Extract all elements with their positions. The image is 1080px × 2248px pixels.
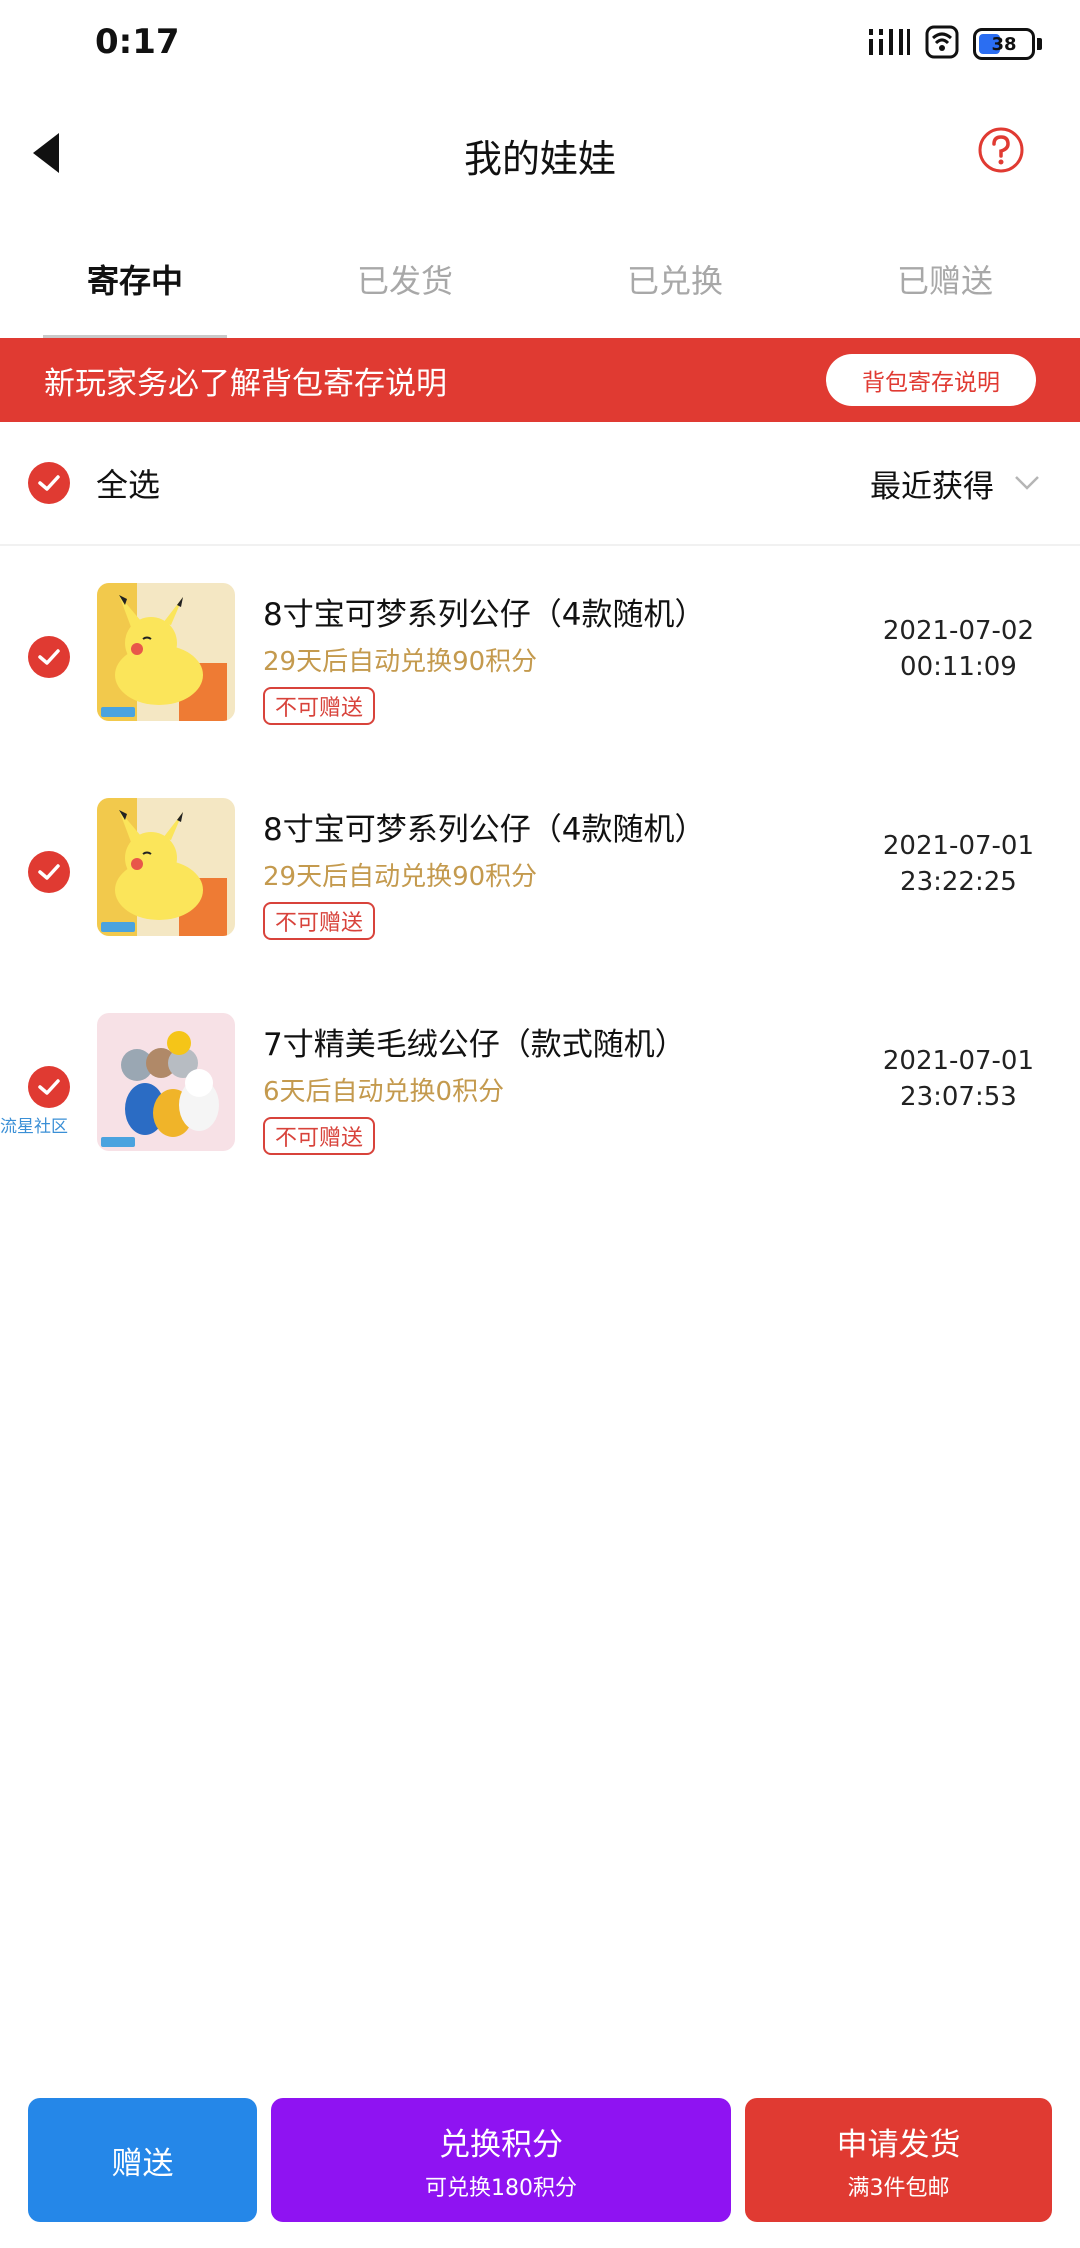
list-item[interactable]: 8寸宝可梦系列公仔（4款随机） 29天后自动兑换90积分 不可赠送 2021-0… xyxy=(0,547,1080,762)
pikachu-plush-thumbnail xyxy=(97,798,235,936)
item-auto-exchange: 29天后自动兑换90积分 xyxy=(263,647,538,677)
list-item[interactable]: 7寸精美毛绒公仔（款式随机） 6天后自动兑换0积分 不可赠送 2021-07-0… xyxy=(0,977,1080,1192)
item-name: 8寸宝可梦系列公仔（4款随机） xyxy=(263,597,706,633)
check-icon xyxy=(38,1079,60,1095)
select-all-label: 全选 xyxy=(96,466,161,504)
battery-level: 38 xyxy=(991,33,1017,55)
bottom-action-bar: 赠送 兑换积分 可兑换180积分 申请发货 满3件包邮 xyxy=(0,2098,1080,2222)
select-all-checkbox[interactable] xyxy=(28,462,70,504)
tab-shipped[interactable]: 已发货 xyxy=(270,220,540,338)
tab-gifted[interactable]: 已赠送 xyxy=(810,220,1080,338)
notice-banner: 新玩家务必了解背包寄存说明 背包寄存说明 xyxy=(0,338,1080,422)
storage-info-button[interactable]: 背包寄存说明 xyxy=(826,354,1036,406)
check-icon xyxy=(38,864,60,880)
not-giftable-tag: 不可赠送 xyxy=(263,902,376,940)
tab-bar: 寄存中 已发货 已兑换 已赠送 xyxy=(0,220,1080,338)
pikachu-plush-thumbnail xyxy=(97,583,235,721)
wifi-icon xyxy=(925,25,959,63)
request-shipping-button[interactable]: 申请发货 满3件包邮 xyxy=(745,2098,1052,2222)
status-time: 0:17 xyxy=(95,22,180,62)
item-timestamp: 2021-07-01 23:07:53 xyxy=(883,1043,1034,1115)
tab-stored[interactable]: 寄存中 xyxy=(0,220,270,338)
item-checkbox[interactable] xyxy=(28,851,70,893)
battery-icon: 38 xyxy=(973,28,1035,60)
item-timestamp: 2021-07-02 00:11:09 xyxy=(883,613,1034,685)
item-name: 8寸宝可梦系列公仔（4款随机） xyxy=(263,812,706,848)
plush-toys-thumbnail xyxy=(97,1013,235,1151)
item-auto-exchange: 6天后自动兑换0积分 xyxy=(263,1077,505,1107)
item-date: 2021-07-02 xyxy=(882,616,1034,646)
battery-nub xyxy=(1037,38,1042,50)
item-time: 23:07:53 xyxy=(900,1082,1017,1112)
page-title: 我的娃娃 xyxy=(463,137,616,181)
ship-button-sublabel: 满3件包邮 xyxy=(847,2175,950,2201)
item-name: 7寸精美毛绒公仔（款式随机） xyxy=(263,1027,686,1063)
header: 我的娃娃 xyxy=(0,90,1080,220)
item-auto-exchange: 29天后自动兑换90积分 xyxy=(263,862,538,892)
tab-exchanged[interactable]: 已兑换 xyxy=(540,220,810,338)
gift-button[interactable]: 赠送 xyxy=(28,2098,257,2222)
sort-label: 最近获得 xyxy=(870,468,994,505)
notice-text: 新玩家务必了解背包寄存说明 xyxy=(44,365,447,402)
status-icons: 38 xyxy=(867,24,1042,64)
watermark: 流星社区 xyxy=(0,1117,68,1137)
exchange-button-sublabel: 可兑换180积分 xyxy=(425,2175,577,2201)
check-icon xyxy=(38,649,60,665)
ship-button-label: 申请发货 xyxy=(836,2126,961,2163)
item-date: 2021-07-01 xyxy=(882,1046,1034,1076)
select-all-bar: 全选 最近获得 xyxy=(0,422,1080,546)
help-icon xyxy=(978,127,1024,173)
item-date: 2021-07-01 xyxy=(882,831,1034,861)
check-icon xyxy=(38,475,60,491)
item-timestamp: 2021-07-01 23:22:25 xyxy=(883,828,1034,900)
help-button[interactable] xyxy=(976,125,1026,175)
item-checkbox[interactable] xyxy=(28,636,70,678)
item-time: 00:11:09 xyxy=(900,652,1017,682)
exchange-button-label: 兑换积分 xyxy=(439,2126,563,2163)
status-bar: 0:17 38 xyxy=(0,0,1080,90)
not-giftable-tag: 不可赠送 xyxy=(263,1117,376,1155)
exchange-points-button[interactable]: 兑换积分 可兑换180积分 xyxy=(271,2098,731,2222)
not-giftable-tag: 不可赠送 xyxy=(263,687,376,725)
gift-button-label: 赠送 xyxy=(111,2145,174,2182)
list-item[interactable]: 8寸宝可梦系列公仔（4款随机） 29天后自动兑换90积分 不可赠送 2021-0… xyxy=(0,762,1080,977)
item-time: 23:22:25 xyxy=(900,867,1017,897)
chevron-down-icon xyxy=(1015,476,1039,490)
signal-icon xyxy=(867,25,911,63)
item-checkbox[interactable] xyxy=(28,1066,70,1108)
sort-dropdown[interactable]: 最近获得 xyxy=(870,461,1040,506)
